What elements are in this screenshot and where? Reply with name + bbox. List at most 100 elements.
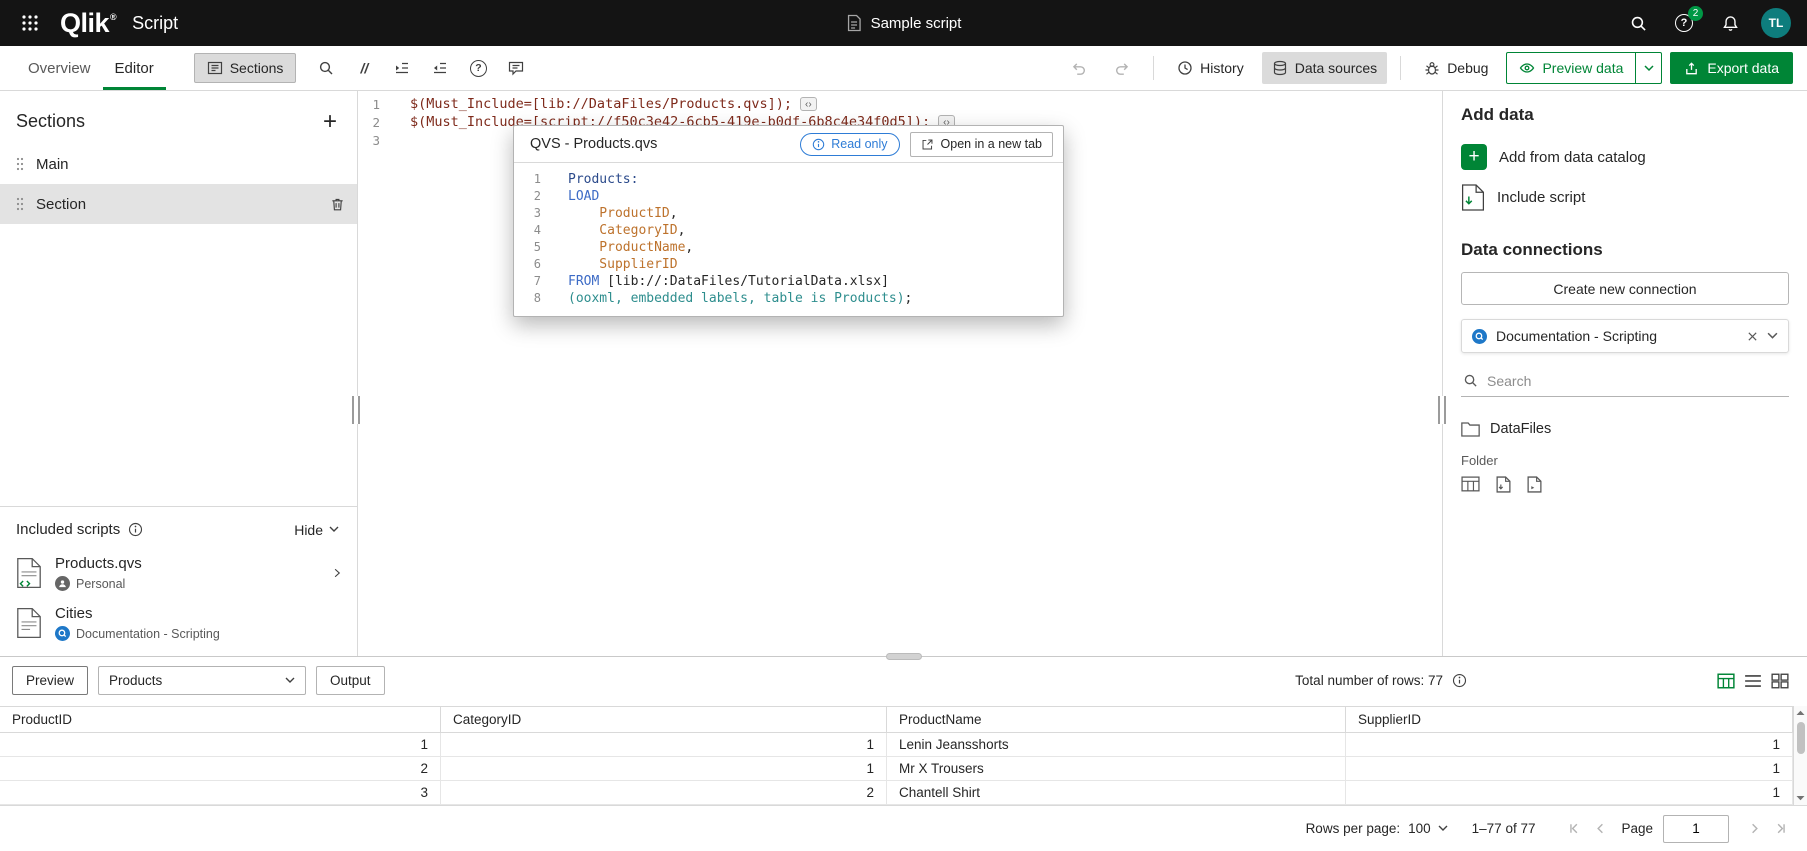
toolbar-right: History Data sources Debug Preview data: [1060, 52, 1793, 84]
notifications-button[interactable]: [1714, 7, 1746, 39]
sections-toggle-button[interactable]: Sections: [194, 53, 297, 83]
column-header-productname[interactable]: ProductName: [887, 707, 1346, 732]
cell: 2: [0, 757, 441, 780]
script-source: Documentation - Scripting: [55, 626, 220, 641]
undo-button[interactable]: [1060, 53, 1096, 83]
help-badge: 2: [1688, 6, 1703, 21]
script-source: Personal: [55, 576, 142, 591]
data-sources-button[interactable]: Data sources: [1262, 52, 1387, 84]
document-title-group[interactable]: Sample script: [846, 14, 962, 32]
tab-overview[interactable]: Overview: [16, 46, 103, 90]
preview-data-dropdown-button[interactable]: [1635, 53, 1661, 83]
row-range-text: 1–77 of 77: [1472, 821, 1536, 836]
table-scrollbar[interactable]: [1793, 706, 1807, 805]
page-label: Page: [1621, 821, 1653, 836]
hide-included-scripts-button[interactable]: Hide: [294, 522, 339, 538]
chevron-down-icon[interactable]: [1767, 332, 1778, 340]
syntax-help-button[interactable]: ?: [460, 53, 496, 83]
preview-table: ProductID CategoryID ProductName Supplie…: [0, 706, 1807, 805]
preview-tab-button[interactable]: Preview: [12, 666, 88, 695]
info-icon[interactable]: [128, 522, 143, 537]
column-header-categoryid[interactable]: CategoryID: [441, 707, 887, 732]
include-script-button[interactable]: Include script: [1461, 177, 1585, 218]
included-scripts-title: Included scripts: [16, 521, 120, 538]
inline-include-chip[interactable]: ‹›: [800, 97, 817, 111]
folder-type-label: Folder: [1461, 453, 1789, 468]
clear-connection-button[interactable]: [1747, 331, 1758, 342]
included-script-cities[interactable]: Cities Documentation - Scripting: [0, 598, 357, 648]
sidebar-resize-handle[interactable]: [352, 396, 360, 424]
connection-name: Documentation - Scripting: [1496, 328, 1738, 344]
delete-section-button[interactable]: [330, 197, 345, 212]
rows-per-page-label: Rows per page:: [1306, 821, 1401, 836]
chevron-right-icon[interactable]: [331, 566, 343, 580]
script-code-editor[interactable]: 1 $(Must_Include=[lib://DataFiles/Produc…: [358, 91, 1442, 656]
scroll-up-arrow[interactable]: [1794, 706, 1807, 720]
cell: 3: [0, 781, 441, 804]
last-page-button[interactable]: [1767, 816, 1793, 842]
section-item-section[interactable]: Section: [0, 184, 357, 224]
personal-space-icon: [55, 576, 70, 591]
outdent-button[interactable]: [422, 53, 458, 83]
panel-split-handle[interactable]: [886, 653, 922, 660]
first-page-button[interactable]: [1561, 816, 1587, 842]
cell: 2: [441, 781, 887, 804]
insert-script-button[interactable]: [1527, 476, 1542, 493]
select-data-button[interactable]: [1461, 476, 1480, 493]
included-script-products[interactable]: Products.qvs Personal: [0, 548, 357, 598]
next-page-button[interactable]: [1741, 816, 1767, 842]
total-rows-text: Total number of rows: 77: [1295, 673, 1443, 688]
table-header-row: ProductID CategoryID ProductName Supplie…: [0, 706, 1807, 733]
user-avatar[interactable]: TL: [1761, 8, 1791, 38]
drag-handle-icon[interactable]: [16, 197, 24, 211]
export-data-button[interactable]: Export data: [1670, 52, 1793, 84]
scroll-down-arrow[interactable]: [1794, 791, 1807, 805]
open-new-tab-button[interactable]: Open in a new tab: [910, 132, 1053, 157]
code-line-1[interactable]: 1 $(Must_Include=[lib://DataFiles/Produc…: [358, 95, 1442, 113]
include-script-file-button[interactable]: [1496, 476, 1511, 493]
comment-button[interactable]: //: [346, 53, 382, 83]
drag-handle-icon[interactable]: [16, 157, 24, 171]
card-view-button[interactable]: [1771, 673, 1789, 689]
add-from-catalog-button[interactable]: + Add from data catalog: [1461, 137, 1646, 177]
datafiles-folder-row[interactable]: DataFiles: [1461, 417, 1789, 441]
find-replace-button[interactable]: [308, 53, 344, 83]
table-select[interactable]: Products: [98, 666, 306, 695]
add-section-button[interactable]: +: [323, 112, 337, 132]
add-data-panel: Add data + Add from data catalog Include…: [1442, 91, 1807, 656]
folder-icon: [1461, 422, 1480, 437]
table-view-button[interactable]: [1717, 673, 1735, 689]
indent-icon: [394, 60, 410, 76]
global-search-button[interactable]: [1622, 7, 1654, 39]
search-input[interactable]: [1487, 373, 1787, 389]
comment-icon: //: [361, 60, 369, 76]
info-icon[interactable]: [1452, 673, 1467, 688]
scrollbar-thumb[interactable]: [1797, 722, 1805, 754]
included-scripts-panel: Included scripts Hide Products.qvs: [0, 506, 357, 656]
output-tab-button[interactable]: Output: [316, 666, 385, 695]
create-connection-button[interactable]: Create new connection: [1461, 272, 1789, 305]
redo-button[interactable]: [1104, 53, 1140, 83]
rows-per-page-select[interactable]: 100: [1408, 821, 1448, 836]
previous-page-button[interactable]: [1587, 816, 1613, 842]
panel-resize-handle[interactable]: [1438, 396, 1446, 424]
list-view-button[interactable]: [1744, 673, 1762, 689]
debug-button[interactable]: Debug: [1414, 52, 1498, 84]
app-launcher-button[interactable]: [14, 7, 46, 39]
plus-icon: +: [1461, 144, 1487, 170]
help-icon: ?: [470, 60, 487, 77]
column-header-supplierid[interactable]: SupplierID: [1346, 707, 1793, 732]
tab-editor[interactable]: Editor: [103, 46, 166, 90]
sections-sidebar: Sections + Main Section Included scripts: [0, 91, 358, 656]
section-item-main[interactable]: Main: [0, 144, 357, 184]
help-button[interactable]: ? 2: [1669, 8, 1699, 38]
grid-icon: [21, 14, 39, 32]
page-number-input[interactable]: [1663, 815, 1729, 843]
history-button[interactable]: History: [1167, 52, 1254, 84]
indent-button[interactable]: [384, 53, 420, 83]
column-header-productid[interactable]: ProductID: [0, 707, 441, 732]
preview-data-button[interactable]: Preview data: [1507, 53, 1635, 83]
annotation-button[interactable]: [498, 53, 534, 83]
connection-select[interactable]: Documentation - Scripting: [1461, 319, 1789, 353]
section-label: Main: [36, 156, 69, 173]
